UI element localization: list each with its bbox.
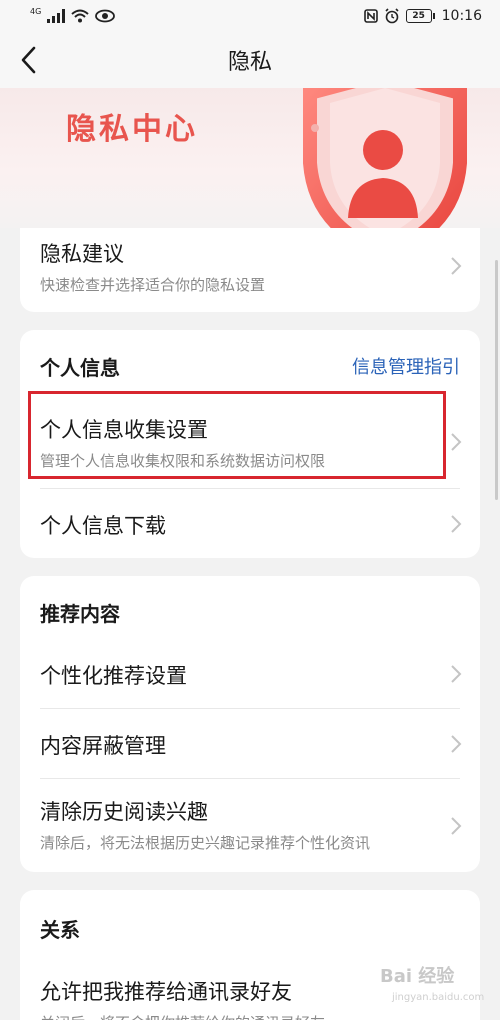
row-subtitle: 管理个人信息收集权限和系统数据访问权限 <box>40 452 326 470</box>
chevron-right-icon <box>451 817 462 835</box>
recommend-card: 推荐内容 个性化推荐设置 内容屏蔽管理 清除历史阅读兴趣 清除后，将无法根据历史… <box>20 576 480 872</box>
chevron-right-icon <box>451 735 462 753</box>
row-subtitle: 清除后，将无法根据历史兴趣记录推荐个性化资讯 <box>40 834 371 852</box>
info-management-guide-link[interactable]: 信息管理指引 <box>352 353 460 379</box>
eye-icon <box>95 9 116 23</box>
nfc-icon <box>363 9 378 23</box>
banner-title: 隐私中心 <box>66 112 198 147</box>
privacy-advice-row[interactable]: 隐私建议 快速检查并选择适合你的隐私设置 <box>20 228 480 312</box>
watermark-url: jingyan.baidu.com <box>392 992 485 1003</box>
scrollbar[interactable] <box>495 260 498 500</box>
row-subtitle: 关闭后，将不会把你推荐给你的通讯录好友 <box>40 1012 325 1020</box>
alarm-icon <box>385 8 399 24</box>
shield-user-icon <box>303 88 467 228</box>
watermark: Bai 经验 <box>380 966 455 987</box>
clock: 10:16 <box>441 8 482 24</box>
clear-history-row[interactable]: 清除历史阅读兴趣 清除后，将无法根据历史兴趣记录推荐个性化资讯 <box>20 778 480 872</box>
chevron-right-icon <box>451 257 462 275</box>
privacy-advice-title: 隐私建议 <box>40 242 124 266</box>
relations-heading: 关系 <box>40 918 80 942</box>
row-title: 个人信息下载 <box>40 514 166 538</box>
privacy-advice-card: 隐私建议 快速检查并选择适合你的隐私设置 <box>20 228 480 312</box>
personal-info-heading: 个人信息 <box>40 356 120 380</box>
personal-info-card: 个人信息 信息管理指引 个人信息收集设置 管理个人信息收集权限和系统数据访问权限… <box>20 330 480 558</box>
top-app-bar: 隐私 <box>0 32 500 88</box>
privacy-center-banner: 隐私中心 <box>0 88 500 228</box>
signal-icon <box>47 9 66 23</box>
chevron-right-icon <box>451 515 462 533</box>
back-arrow-icon[interactable] <box>12 42 48 78</box>
chevron-right-icon <box>451 665 462 683</box>
network-type: 4G <box>30 6 42 16</box>
row-title: 允许把我推荐给通讯录好友 <box>40 980 292 1004</box>
battery-icon: 25 <box>405 9 435 23</box>
personal-info-collection-row[interactable]: 个人信息收集设置 管理个人信息收集权限和系统数据访问权限 <box>20 396 480 486</box>
chevron-right-icon <box>451 433 462 451</box>
status-bar: 4G 25 10:16 <box>0 0 500 32</box>
wifi-icon <box>71 9 89 23</box>
personal-info-download-row[interactable]: 个人信息下载 <box>20 488 480 558</box>
row-title: 个人信息收集设置 <box>40 418 208 442</box>
page-title: 隐私 <box>227 50 272 75</box>
privacy-advice-subtitle: 快速检查并选择适合你的隐私设置 <box>40 276 266 294</box>
recommend-heading: 推荐内容 <box>40 602 120 626</box>
content-block-row[interactable]: 内容屏蔽管理 <box>20 708 480 778</box>
row-title: 个性化推荐设置 <box>40 664 187 688</box>
row-title: 清除历史阅读兴趣 <box>40 800 208 824</box>
personalized-recommend-row[interactable]: 个性化推荐设置 <box>20 640 480 708</box>
row-title: 内容屏蔽管理 <box>40 734 166 758</box>
battery-level: 25 <box>412 11 425 21</box>
